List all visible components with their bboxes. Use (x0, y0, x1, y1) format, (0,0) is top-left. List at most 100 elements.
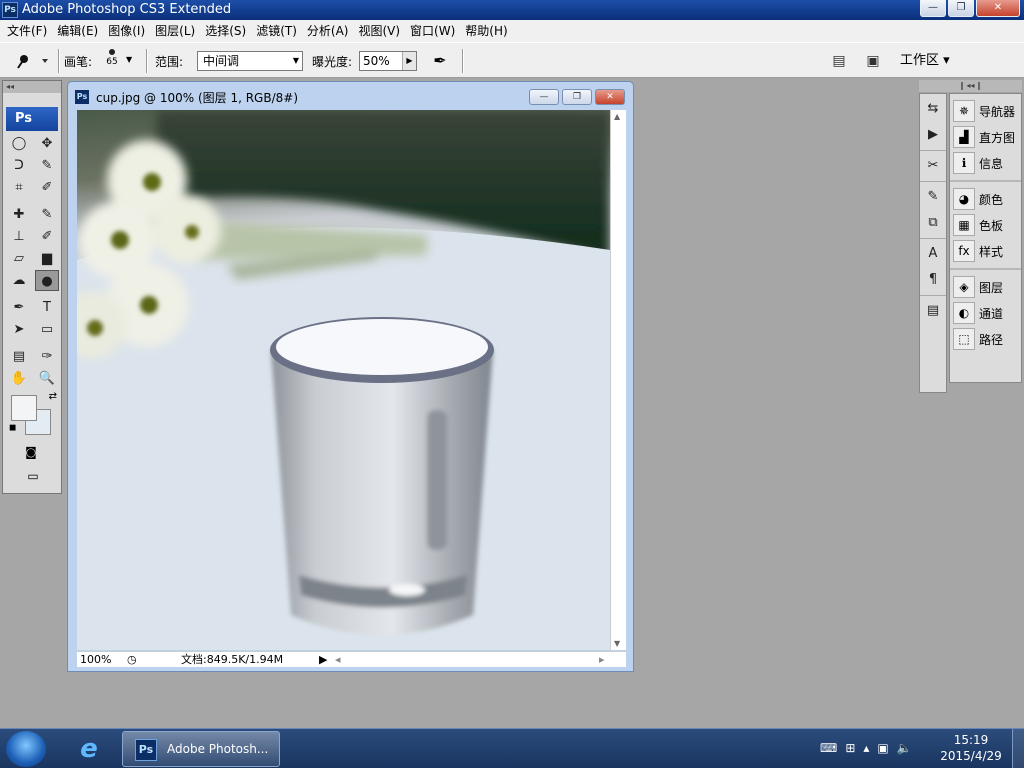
eyedropper-tool-icon[interactable]: ✑ (35, 346, 59, 367)
doc-minimize-button[interactable]: — (529, 89, 559, 105)
clone-source-panel-icon[interactable]: ⧉ (922, 212, 944, 234)
network-icon[interactable]: ▣ (877, 733, 888, 763)
crop-tool-icon[interactable]: ⌗ (7, 177, 31, 198)
hand-tool-icon[interactable]: ✋ (7, 368, 31, 389)
photoshop-app-icon[interactable]: Ps (2, 2, 18, 18)
exposure-input[interactable]: 50% ▶ (359, 51, 417, 71)
path-selection-tool-icon[interactable]: ➤ (7, 319, 31, 340)
actions-panel-icon[interactable]: ▶ (922, 124, 944, 146)
lasso-tool-icon[interactable]: ᑐ (7, 155, 31, 176)
quick-mask-button[interactable]: ◙ (19, 443, 43, 461)
default-colors-icon[interactable]: ◼ (9, 423, 16, 433)
marquee-tool-icon[interactable]: ◯ (7, 133, 31, 154)
hscroll-right-arrow-icon[interactable]: ▸ (599, 653, 605, 667)
taskbar-clock[interactable]: 15:19 2015/4/29 (936, 732, 1006, 764)
restore-button[interactable]: ❐ (948, 0, 974, 17)
doc-maximize-button[interactable]: ❐ (562, 89, 592, 105)
scroll-up-arrow-icon[interactable]: ▲ (614, 112, 620, 121)
show-desktop-button[interactable] (1012, 729, 1024, 768)
menu-edit[interactable]: 编辑(E) (52, 20, 103, 42)
color-panel-item[interactable]: ◕ 颜色 (950, 186, 1021, 212)
dodge-tool-icon[interactable]: ● (35, 270, 59, 291)
panel-list: ✵ 导航器 ▟ 直方图 ℹ 信息 ◕ 颜色 ▦ 色板 fx 样式 ◈ 图层 ◐ 通道 ⬚ 路径 (949, 93, 1022, 383)
paths-panel-item[interactable]: ⬚ 路径 (950, 326, 1021, 352)
pen-tool-icon[interactable]: ✒ (7, 297, 31, 318)
type-tool-icon[interactable]: T (35, 297, 59, 318)
start-button[interactable] (6, 731, 46, 767)
minimize-button[interactable]: — (920, 0, 946, 17)
eraser-tool-icon[interactable]: ▱ (7, 248, 31, 269)
tray-expand-icon[interactable]: ▴ (863, 733, 869, 763)
photoshop-logo[interactable]: Ps (6, 107, 58, 131)
swatches-panel-item[interactable]: ▦ 色板 (950, 212, 1021, 238)
vertical-scrollbar[interactable]: ▲ ▼ (610, 110, 626, 650)
volume-icon[interactable]: 🔈 (897, 733, 912, 763)
menu-file[interactable]: 文件(F) (2, 20, 52, 42)
system-tray: ⌨ ⊞ ▴ ▣ 🔈 (820, 733, 912, 763)
character-panel-icon[interactable]: A (922, 243, 944, 265)
layers-panel-item[interactable]: ◈ 图层 (950, 274, 1021, 300)
info-panel-item[interactable]: ℹ 信息 (950, 150, 1021, 176)
swap-colors-icon[interactable]: ⇄ (49, 391, 57, 402)
magic-wand-tool-icon[interactable]: ✎ (35, 155, 59, 176)
history-brush-tool-icon[interactable]: ✐ (35, 226, 59, 247)
exposure-label: 曝光度: (312, 55, 353, 69)
scroll-down-arrow-icon[interactable]: ▼ (614, 639, 620, 648)
taskbar-photoshop-button[interactable]: Ps Adobe Photosh... (122, 731, 280, 767)
menu-select[interactable]: 选择(S) (200, 20, 251, 42)
toolbox-collapse-handle[interactable]: ◂◂ (3, 81, 61, 93)
paragraph-panel-icon[interactable]: ¶ (922, 269, 944, 291)
channels-panel-item[interactable]: ◐ 通道 (950, 300, 1021, 326)
zoom-level[interactable]: 100% (80, 653, 111, 667)
notes-tool-icon[interactable]: ▤ (7, 346, 31, 367)
menu-image[interactable]: 图像(I) (103, 20, 150, 42)
hscroll-left-arrow-icon[interactable]: ◂ (335, 653, 341, 667)
document-status-bar: 100% ◷ 文档:849.5K/1.94M ▶ ◂ ▸ (77, 651, 626, 667)
menu-bar: 文件(F) 编辑(E) 图像(I) 图层(L) 选择(S) 滤镜(T) 分析(A… (0, 20, 1024, 42)
gradient-tool-icon[interactable]: ▆ (35, 248, 59, 269)
blur-tool-icon[interactable]: ☁ (7, 270, 31, 291)
keyboard-icon[interactable]: ⌨ (820, 733, 837, 763)
brush-label: 画笔: (64, 55, 93, 69)
foreground-color-swatch[interactable] (11, 395, 37, 421)
menu-layer[interactable]: 图层(L) (150, 20, 200, 42)
workspace-menu[interactable]: 工作区 ▾ (900, 51, 950, 71)
palette-well-icon[interactable]: ▤ (829, 51, 849, 71)
screen-mode-button[interactable]: ▭ (19, 467, 47, 485)
shape-tool-icon[interactable]: ▭ (35, 319, 59, 340)
bridge-icon[interactable]: ▣ (863, 51, 883, 71)
menu-view[interactable]: 视图(V) (353, 20, 405, 42)
move-tool-icon[interactable]: ✥ (35, 133, 59, 154)
menu-help[interactable]: 帮助(H) (460, 20, 512, 42)
doc-close-button[interactable]: ✕ (595, 89, 625, 105)
airbrush-toggle-icon[interactable]: ✒ (428, 49, 452, 73)
styles-panel-item[interactable]: fx 样式 (950, 238, 1021, 264)
history-panel-icon[interactable]: ⇆ (922, 98, 944, 120)
status-menu-icon[interactable]: ◷ (127, 653, 137, 667)
brush-tool-icon[interactable]: ✎ (35, 204, 59, 225)
layer-comps-panel-icon[interactable]: ▤ (922, 300, 944, 322)
internet-explorer-icon[interactable]: e (72, 733, 106, 765)
clone-stamp-tool-icon[interactable]: ⊥ (7, 226, 31, 247)
menu-window[interactable]: 窗口(W) (405, 20, 460, 42)
range-select[interactable]: 中间调 ▼ (197, 51, 303, 71)
brush-picker[interactable]: 65 (100, 47, 124, 75)
tool-presets-panel-icon[interactable]: ✂ (922, 155, 944, 177)
image-canvas[interactable] (77, 110, 610, 650)
healing-brush-tool-icon[interactable]: ✚ (7, 204, 31, 225)
input-method-icon[interactable]: ⊞ (845, 733, 855, 763)
menu-filter[interactable]: 滤镜(T) (251, 20, 302, 42)
brush-dropdown-arrow-icon[interactable]: ▼ (126, 55, 132, 64)
zoom-tool-icon[interactable]: 🔍 (35, 368, 59, 389)
menu-analysis[interactable]: 分析(A) (302, 20, 354, 42)
histogram-panel-item[interactable]: ▟ 直方图 (950, 124, 1021, 150)
document-window: Ps cup.jpg @ 100% (图层 1, RGB/8#) — ❐ ✕ ▲… (67, 81, 634, 672)
navigator-panel-item[interactable]: ✵ 导航器 (950, 98, 1021, 124)
brushes-panel-icon[interactable]: ✎ (922, 186, 944, 208)
close-button[interactable]: ✕ (976, 0, 1020, 17)
status-play-arrow-icon[interactable]: ▶ (319, 653, 327, 667)
dock-collapse-handle[interactable]: ‖ ◂◂ ‖ (919, 80, 1022, 92)
slice-tool-icon[interactable]: ✐ (35, 177, 59, 198)
exposure-slider-arrow-icon[interactable]: ▶ (402, 52, 416, 70)
tool-preset-picker[interactable] (12, 50, 52, 72)
